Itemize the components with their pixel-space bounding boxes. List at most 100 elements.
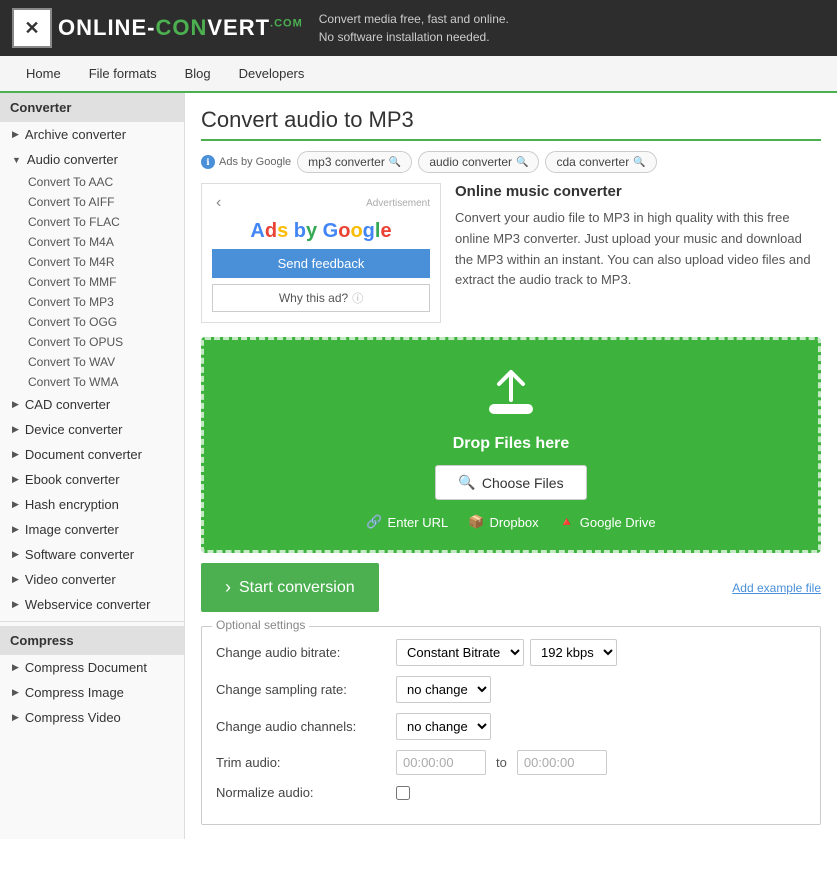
sidebar-sub-convert-mmf[interactable]: Convert To MMF bbox=[14, 272, 184, 292]
header: ✕ ONLINE-CONVERT.COM Convert media free,… bbox=[0, 0, 837, 56]
sidebar-item-device-converter[interactable]: Device converter bbox=[0, 417, 184, 442]
tab-cda-converter[interactable]: cda converter 🔍 bbox=[545, 151, 656, 173]
sidebar-item-image-converter[interactable]: Image converter bbox=[0, 517, 184, 542]
search-icon-tab0: 🔍 bbox=[389, 157, 401, 168]
sidebar-item-archive-converter[interactable]: Archive converter bbox=[0, 122, 184, 147]
sidebar-divider bbox=[0, 621, 184, 622]
trim-end-input[interactable] bbox=[517, 750, 607, 775]
sidebar-section-compress: Compress bbox=[0, 626, 184, 655]
sidebar-item-hash-encryption[interactable]: Hash encryption bbox=[0, 492, 184, 517]
sidebar-item-ebook-converter[interactable]: Ebook converter bbox=[0, 467, 184, 492]
sidebar-sub-convert-mp3[interactable]: Convert To MP3 bbox=[14, 292, 184, 312]
drop-zone-links: 🔗 Enter URL 📦 Dropbox 🔺 Google Drive bbox=[224, 514, 798, 530]
nav-file-formats[interactable]: File formats bbox=[75, 56, 171, 91]
trim-to-label: to bbox=[492, 755, 511, 770]
sidebar-sub-convert-flac[interactable]: Convert To FLAC bbox=[14, 212, 184, 232]
setting-bitrate: Change audio bitrate: Constant Bitrate 1… bbox=[216, 639, 806, 666]
info-title: Online music converter bbox=[455, 183, 821, 200]
add-example-file-link[interactable]: Add example file bbox=[732, 581, 821, 595]
sidebar: Converter Archive converter Audio conver… bbox=[0, 93, 185, 839]
channels-label: Change audio channels: bbox=[216, 719, 396, 734]
optional-settings: Optional settings Change audio bitrate: … bbox=[201, 626, 821, 825]
enter-url-link[interactable]: 🔗 Enter URL bbox=[366, 514, 448, 530]
setting-trim: Trim audio: to bbox=[216, 750, 806, 775]
ad-info-row: ‹ Advertisement Ads by Google Send feedb… bbox=[201, 183, 821, 323]
trim-label: Trim audio: bbox=[216, 755, 396, 770]
search-icon-tab2: 🔍 bbox=[633, 157, 645, 168]
upload-icon bbox=[224, 368, 798, 429]
main-layout: Converter Archive converter Audio conver… bbox=[0, 93, 837, 839]
ad-nav-prev[interactable]: ‹ bbox=[212, 194, 225, 212]
sampling-controls: no change bbox=[396, 676, 491, 703]
main-nav: Home File formats Blog Developers bbox=[0, 56, 837, 93]
sidebar-item-compress-video[interactable]: Compress Video bbox=[0, 705, 184, 730]
search-icon-choose: 🔍 bbox=[458, 474, 475, 491]
info-box: Online music converter Convert your audi… bbox=[455, 183, 821, 323]
normalize-checkbox[interactable] bbox=[396, 786, 410, 800]
ad-google-label: Ads by Google bbox=[212, 220, 430, 243]
info-circle-icon: ⓘ bbox=[352, 290, 363, 306]
start-conversion-button[interactable]: › Start conversion bbox=[201, 563, 379, 612]
trim-controls: to bbox=[396, 750, 607, 775]
sidebar-section-converter: Converter bbox=[0, 93, 184, 122]
setting-channels: Change audio channels: no change bbox=[216, 713, 806, 740]
sidebar-sub-convert-wma[interactable]: Convert To WMA bbox=[14, 372, 184, 392]
tabs-row: ℹ Ads by Google mp3 converter 🔍 audio co… bbox=[201, 151, 821, 173]
settings-legend: Optional settings bbox=[212, 618, 309, 632]
channels-select[interactable]: no change bbox=[396, 713, 491, 740]
bitrate-label: Change audio bitrate: bbox=[216, 645, 396, 660]
sampling-select[interactable]: no change bbox=[396, 676, 491, 703]
sidebar-sub-convert-ogg[interactable]: Convert To OGG bbox=[14, 312, 184, 332]
nav-home[interactable]: Home bbox=[12, 56, 75, 91]
ad-box-header: ‹ Advertisement bbox=[212, 194, 430, 212]
nav-blog[interactable]: Blog bbox=[171, 56, 225, 91]
conversion-row: › Start conversion Add example file bbox=[201, 563, 821, 612]
sidebar-item-video-converter[interactable]: Video converter bbox=[0, 567, 184, 592]
sidebar-sub-convert-wav[interactable]: Convert To WAV bbox=[14, 352, 184, 372]
content-area: Convert audio to MP3 ℹ Ads by Google mp3… bbox=[185, 93, 837, 839]
bitrate-type-select[interactable]: Constant Bitrate bbox=[396, 639, 524, 666]
google-drive-icon: 🔺 bbox=[559, 514, 575, 530]
info-text: Convert your audio file to MP3 in high q… bbox=[455, 208, 821, 291]
sidebar-item-compress-image[interactable]: Compress Image bbox=[0, 680, 184, 705]
ad-box: ‹ Advertisement Ads by Google Send feedb… bbox=[201, 183, 441, 323]
link-icon: 🔗 bbox=[366, 514, 382, 530]
sidebar-sub-convert-opus[interactable]: Convert To OPUS bbox=[14, 332, 184, 352]
normalize-label: Normalize audio: bbox=[216, 785, 396, 800]
tab-audio-converter[interactable]: audio converter 🔍 bbox=[418, 151, 539, 173]
dropbox-link[interactable]: 📦 Dropbox bbox=[468, 514, 538, 530]
bitrate-value-select[interactable]: 192 kbps bbox=[530, 639, 617, 666]
advertisement-label: Advertisement bbox=[366, 198, 430, 209]
sampling-label: Change sampling rate: bbox=[216, 682, 396, 697]
sidebar-item-software-converter[interactable]: Software converter bbox=[0, 542, 184, 567]
logo: ✕ ONLINE-CONVERT.COM bbox=[12, 8, 303, 48]
sidebar-item-compress-document[interactable]: Compress Document bbox=[0, 655, 184, 680]
sidebar-sub-convert-aac[interactable]: Convert To AAC bbox=[14, 172, 184, 192]
send-feedback-button[interactable]: Send feedback bbox=[212, 249, 430, 278]
page-title: Convert audio to MP3 bbox=[201, 107, 821, 141]
sidebar-sub-convert-m4a[interactable]: Convert To M4A bbox=[14, 232, 184, 252]
header-tagline: Convert media free, fast and online. No … bbox=[319, 10, 509, 46]
choose-files-button[interactable]: 🔍 Choose Files bbox=[435, 465, 586, 500]
chevron-right-icon: › bbox=[225, 577, 231, 598]
sidebar-item-cad-converter[interactable]: CAD converter bbox=[0, 392, 184, 417]
ads-label: ℹ Ads by Google bbox=[201, 155, 291, 169]
setting-sampling: Change sampling rate: no change bbox=[216, 676, 806, 703]
sidebar-audio-submenu: Convert To AAC Convert To AIFF Convert T… bbox=[0, 172, 184, 392]
channels-controls: no change bbox=[396, 713, 491, 740]
drop-text: Drop Files here bbox=[224, 435, 798, 453]
info-icon: ℹ bbox=[201, 155, 215, 169]
google-drive-link[interactable]: 🔺 Google Drive bbox=[559, 514, 656, 530]
sidebar-sub-convert-m4r[interactable]: Convert To M4R bbox=[14, 252, 184, 272]
drop-zone[interactable]: Drop Files here 🔍 Choose Files 🔗 Enter U… bbox=[201, 337, 821, 553]
tab-mp3-converter[interactable]: mp3 converter 🔍 bbox=[297, 151, 412, 173]
logo-icon: ✕ bbox=[12, 8, 52, 48]
sidebar-item-webservice-converter[interactable]: Webservice converter bbox=[0, 592, 184, 617]
why-this-ad-button[interactable]: Why this ad? ⓘ bbox=[212, 284, 430, 312]
sidebar-item-document-converter[interactable]: Document converter bbox=[0, 442, 184, 467]
trim-start-input[interactable] bbox=[396, 750, 486, 775]
nav-developers[interactable]: Developers bbox=[225, 56, 319, 91]
sidebar-sub-convert-aiff[interactable]: Convert To AIFF bbox=[14, 192, 184, 212]
sidebar-item-audio-converter[interactable]: Audio converter bbox=[0, 147, 184, 172]
dropbox-icon: 📦 bbox=[468, 514, 484, 530]
